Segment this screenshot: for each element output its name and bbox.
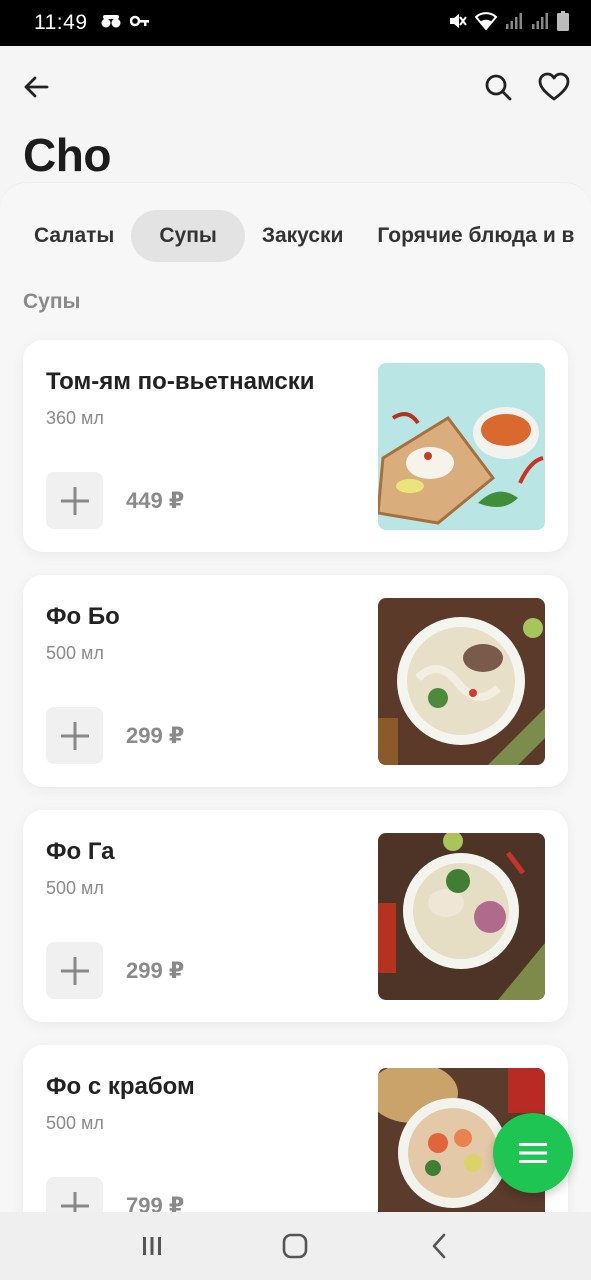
tab-snacks[interactable]: Закуски <box>245 210 361 262</box>
product-price: 799 ₽ <box>126 1193 185 1213</box>
product-volume: 500 мл <box>46 878 104 898</box>
wifi-icon <box>474 11 498 35</box>
product-volume: 360 мл <box>46 408 104 428</box>
back-arrow-icon[interactable] <box>20 71 52 103</box>
incognito-icon <box>100 13 122 34</box>
product-image <box>378 598 545 765</box>
product-image <box>378 363 545 530</box>
product-name: Фо Бо <box>46 603 120 630</box>
home-icon[interactable] <box>275 1226 315 1266</box>
recent-apps-icon[interactable] <box>132 1226 172 1266</box>
battery-icon <box>557 10 569 36</box>
back-icon[interactable] <box>419 1226 459 1266</box>
product-volume: 500 мл <box>46 1113 104 1133</box>
product-image <box>378 833 545 1000</box>
menu-fab-button[interactable] <box>493 1113 573 1193</box>
menu-sheet: Салаты Супы Закуски Горячие блюда и в Су… <box>0 183 591 1213</box>
product-price: 299 ₽ <box>126 723 185 748</box>
mute-icon <box>447 11 467 36</box>
add-to-cart-button[interactable] <box>46 472 103 529</box>
product-name: Том-ям по-вьетнамски <box>46 368 315 395</box>
product-card[interactable]: Фо с крабом 500 мл 799 ₽ <box>23 1045 568 1213</box>
signal-icon <box>531 12 549 35</box>
tab-soups[interactable]: Супы <box>131 210 245 262</box>
product-card[interactable]: Фо Бо 500 мл 299 ₽ <box>23 575 568 787</box>
status-bar: 11:49 <box>0 0 591 46</box>
plus-icon <box>60 486 89 515</box>
tab-hot-dishes[interactable]: Горячие блюда и в <box>360 210 591 262</box>
page-title: Cho <box>23 129 111 181</box>
tab-salads[interactable]: Салаты <box>17 210 131 262</box>
system-nav-bar <box>0 1212 591 1280</box>
top-bar <box>0 46 591 128</box>
heart-icon[interactable] <box>537 70 571 104</box>
product-name: Фо с крабом <box>46 1073 195 1100</box>
plus-icon <box>60 956 89 985</box>
key-icon <box>129 14 150 33</box>
product-name: Фо Га <box>46 838 115 865</box>
search-icon[interactable] <box>481 70 515 104</box>
add-to-cart-button[interactable] <box>46 707 103 764</box>
product-volume: 500 мл <box>46 643 104 663</box>
plus-icon <box>60 721 89 750</box>
product-card[interactable]: Том-ям по-вьетнамски 360 мл 449 ₽ <box>23 340 568 552</box>
product-price: 449 ₽ <box>126 488 185 513</box>
category-tabs: Салаты Супы Закуски Горячие блюда и в <box>17 210 591 262</box>
product-card[interactable]: Фо Га 500 мл 299 ₽ <box>23 810 568 1022</box>
product-price: 299 ₽ <box>126 958 185 983</box>
signal-icon <box>505 12 523 35</box>
section-title: Супы <box>23 290 81 313</box>
add-to-cart-button[interactable] <box>46 942 103 999</box>
plus-icon <box>60 1191 89 1213</box>
add-to-cart-button[interactable] <box>46 1177 103 1213</box>
menu-icon <box>519 1143 547 1163</box>
status-time: 11:49 <box>34 11 88 34</box>
